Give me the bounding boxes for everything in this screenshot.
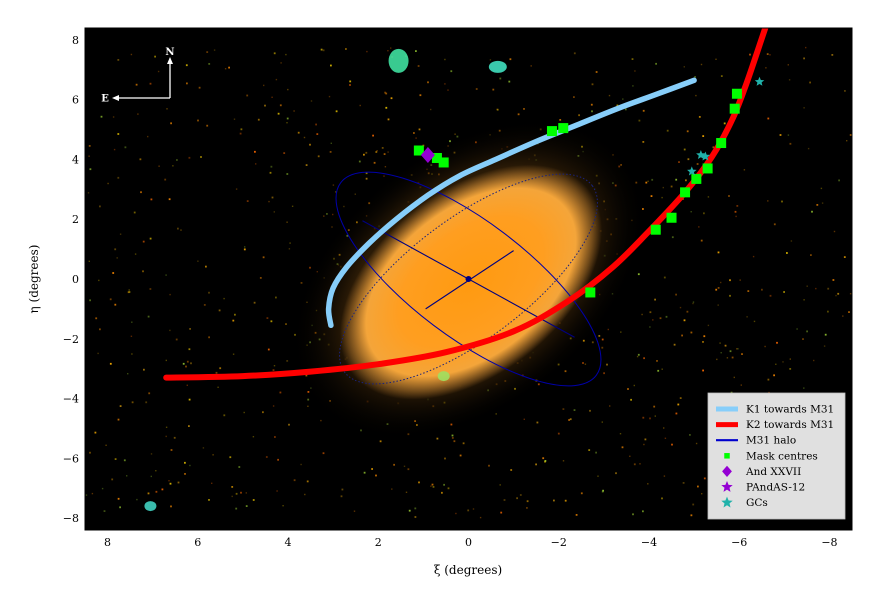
y-tick-label: 4 [72,153,79,166]
legend: K1 towards M31 K2 towards M31 M31 halo Mask… [707,392,846,520]
x-tick-label: 6 [194,536,201,549]
compass-east-label: E [101,94,109,105]
legend-swatch-mask-centres [724,453,730,459]
y-tick-label: 0 [72,273,79,286]
mask-centres-point [546,126,557,137]
mask-centres-point [650,224,661,235]
legend-label-pandas-12: PAndAS-12 [746,482,805,494]
mask-centres-point [731,88,742,99]
x-tick-label: −6 [731,536,747,549]
y-axis-title: η (degrees) [27,245,41,314]
x-tick-label: −2 [551,536,567,549]
legend-label-k1-towards-m31: K1 towards M31 [746,404,834,416]
mask-centres-point [666,212,677,223]
m31-centre [465,276,472,282]
legend-label-and-xxvii: And XXVII [745,466,801,478]
y-tick-label: −6 [63,452,79,465]
x-tick-label: 2 [375,536,382,549]
y-tick-label: −8 [63,512,79,525]
mask-centres-point [691,173,702,184]
satellite-blob [388,48,409,73]
mask-centres-point [716,138,727,149]
x-tick-label: −4 [641,536,657,549]
x-tick-label: 4 [285,536,292,549]
y-tick-label: −4 [63,393,79,406]
chart: 8 6 4 2 0 −2 −4 −6 −8 86420−2−4−6−8 ξ (degrees) … [27,27,853,577]
satellite-blob [144,501,157,512]
x-tick-label: 8 [104,536,111,549]
legend-label-mask-centres: Mask centres [746,450,818,462]
y-tick-label: 6 [72,94,79,107]
legend-label-k2-towards-m31: K2 towards M31 [746,419,834,431]
compass-north-label: N [165,47,174,58]
satellite-blob [488,60,507,73]
legend-label-m31-halo: M31 halo [746,435,796,447]
x-tick-label: 0 [465,536,472,549]
y-tick-label: −2 [63,333,79,346]
mask-centres-point [558,123,569,134]
y-tick-label: 8 [72,34,79,47]
mask-centres-point [585,287,596,298]
mask-centres-point [729,103,740,114]
x-tick-label: −8 [821,536,837,549]
satellite-blob [437,371,450,382]
mask-centres-point [702,163,713,174]
mask-centres-point [680,187,691,198]
y-tick-label: 2 [72,213,79,226]
legend-label-gcs: GCs [746,497,768,509]
x-axis-title: ξ (degrees) [434,563,502,577]
